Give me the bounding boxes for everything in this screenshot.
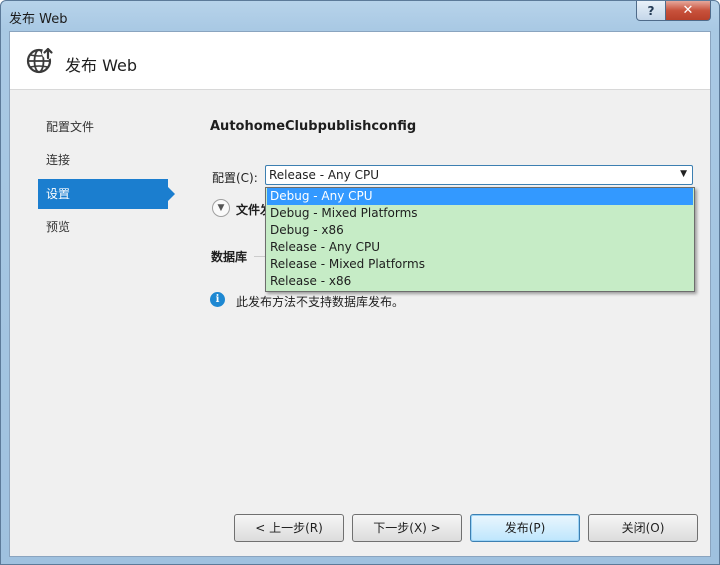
nav-item-settings-label: 设置 [46, 187, 71, 201]
nav-item-profile[interactable]: 配置文件 [38, 112, 168, 142]
selected-arrow-icon [168, 187, 175, 201]
database-info-text: 此发布方法不支持数据库发布。 [236, 295, 405, 309]
dropdown-option[interactable]: Debug - x86 [267, 222, 693, 239]
dialog-title: 发布 Web [65, 56, 137, 75]
configuration-combobox[interactable]: Release - Any CPU ▼ [265, 165, 693, 185]
title-bar[interactable]: 发布 Web ? ✕ [1, 1, 719, 31]
nav-item-settings[interactable]: 设置 [38, 179, 175, 209]
caption-buttons: ? ✕ [636, 1, 711, 21]
close-window-button[interactable]: ✕ [666, 1, 711, 21]
configuration-dropdown-list[interactable]: Debug - Any CPU Debug - Mixed Platforms … [265, 187, 695, 292]
nav-item-connection[interactable]: 连接 [38, 145, 168, 175]
publish-web-window: 发布 Web ? ✕ 发布 Web 配置文件 连接 设置 预览 Autohome… [0, 0, 720, 565]
file-publish-options-expander[interactable]: ▼ [212, 199, 230, 217]
dialog-client-area: 发布 Web 配置文件 连接 设置 预览 AutohomeClubpublish… [9, 31, 711, 557]
window-title: 发布 Web [9, 12, 68, 27]
close-button[interactable]: 关闭(O) [588, 514, 698, 542]
previous-button[interactable]: < 上一步(R) [234, 514, 344, 542]
profile-name: AutohomeClubpublishconfig [210, 119, 417, 134]
chevron-down-icon: ▼ [217, 202, 225, 213]
database-section-label: 数据库 [211, 250, 248, 264]
publish-button[interactable]: 发布(P) [470, 514, 580, 542]
help-icon: ? [647, 3, 655, 18]
dropdown-option[interactable]: Debug - Any CPU [267, 188, 693, 205]
dropdown-option[interactable]: Release - x86 [267, 273, 693, 290]
dropdown-option[interactable]: Debug - Mixed Platforms [267, 205, 693, 222]
next-button[interactable]: 下一步(X) > [352, 514, 462, 542]
dropdown-option[interactable]: Release - Mixed Platforms [267, 256, 693, 273]
configuration-label: 配置(C): [212, 171, 258, 185]
info-icon: i [210, 292, 225, 307]
chevron-down-icon[interactable]: ▼ [680, 169, 687, 179]
configuration-value: Release - Any CPU [269, 168, 379, 182]
globe-publish-icon [26, 47, 54, 74]
close-icon: ✕ [682, 3, 694, 18]
help-button[interactable]: ? [636, 1, 666, 21]
dropdown-option[interactable]: Release - Any CPU [267, 239, 693, 256]
nav-item-preview[interactable]: 预览 [38, 212, 168, 242]
dialog-header: 发布 Web [10, 32, 710, 90]
